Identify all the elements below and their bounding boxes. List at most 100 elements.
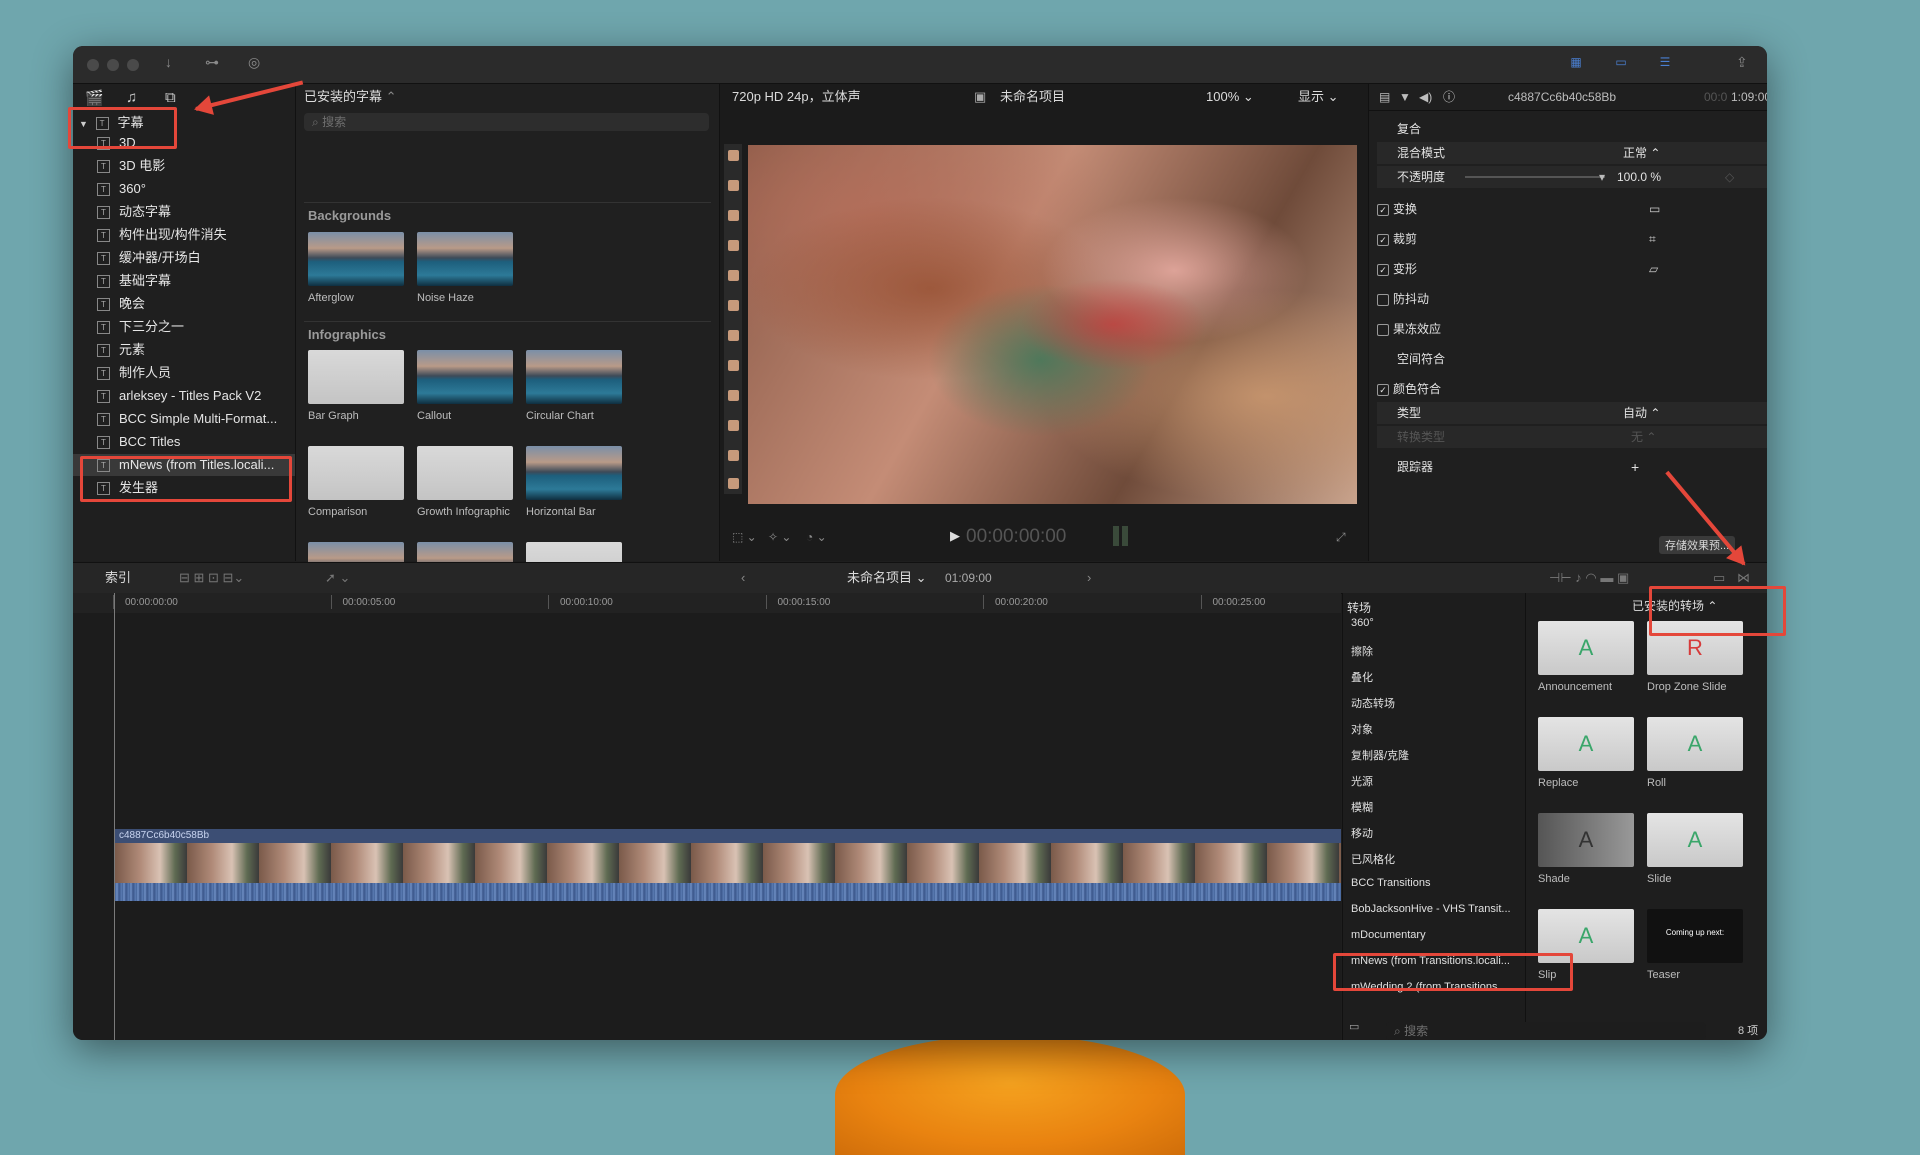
title-thumbnail[interactable] bbox=[526, 446, 622, 500]
sidebar-item[interactable]: T 构件出现/构件消失 bbox=[73, 224, 295, 246]
select-tool-icon[interactable]: ➚ ⌄ bbox=[325, 563, 350, 593]
sidebar-item[interactable]: T 元素 bbox=[73, 339, 295, 361]
playhead[interactable] bbox=[114, 593, 115, 1040]
libraries-icon[interactable]: 🎬 bbox=[85, 89, 104, 107]
timeline-ruler[interactable]: 00:00:00:00 00:00:05:00 00:00:10:00 00:00:1… bbox=[73, 593, 1341, 613]
transition-thumbnail[interactable]: A bbox=[1538, 717, 1634, 771]
title-thumbnail[interactable] bbox=[417, 232, 513, 286]
rolling-shutter-row[interactable]: 果冻效应 bbox=[1377, 318, 1751, 340]
clip-audio-waveform[interactable] bbox=[115, 883, 1341, 901]
title-thumbnail[interactable] bbox=[308, 232, 404, 286]
timeline[interactable]: 00:00:00:00 00:00:05:00 00:00:10:00 00:00:1… bbox=[73, 593, 1341, 1040]
sidebar-item[interactable]: T BCC Titles bbox=[73, 431, 295, 453]
sidebar-item[interactable]: T 动态字幕 bbox=[73, 201, 295, 223]
transition-category[interactable]: BCC Transitions bbox=[1351, 877, 1523, 889]
fullscreen-icon[interactable]: ⤢ bbox=[1336, 530, 1346, 545]
crop-toggle-icon[interactable]: ⌗ bbox=[1649, 228, 1656, 250]
back-arrow-icon[interactable]: ‹ bbox=[741, 563, 745, 593]
distort-row[interactable]: ✓ 变形 ▱ bbox=[1377, 258, 1751, 280]
sidebar-item[interactable]: T 360° bbox=[73, 178, 295, 200]
index-button[interactable]: 索引 bbox=[105, 563, 131, 593]
append-clip-icon[interactable]: ⊟ ⊞ ⊡ ⊟⌄ bbox=[179, 563, 244, 593]
transform-checkbox[interactable]: ✓ bbox=[1377, 203, 1389, 216]
stabilize-row[interactable]: 防抖动 bbox=[1377, 288, 1751, 310]
sidebar-item[interactable]: T 制作人员 bbox=[73, 362, 295, 384]
title-thumbnail[interactable] bbox=[526, 350, 622, 404]
sidebar-item[interactable]: T 3D 电影 bbox=[73, 155, 295, 177]
audio-icon[interactable]: ◀) bbox=[1419, 84, 1432, 110]
title-thumbnail[interactable] bbox=[417, 350, 513, 404]
opacity-slider[interactable] bbox=[1465, 176, 1605, 178]
clip-name[interactable]: c4887Cc6b40c58Bb bbox=[115, 829, 1341, 843]
sidebar-item[interactable]: T 基础字幕 bbox=[73, 270, 295, 292]
transition-category[interactable]: 360° bbox=[1351, 617, 1523, 629]
check-circle-icon[interactable]: ◎ bbox=[248, 54, 260, 71]
sidebar-item[interactable]: T 缓冲器/开场白 bbox=[73, 247, 295, 269]
opacity-value[interactable]: 100.0 % bbox=[1617, 166, 1661, 188]
sidebar-item[interactable]: T 下三分之一 bbox=[73, 316, 295, 338]
transition-category[interactable]: 复制器/克隆 bbox=[1351, 747, 1523, 763]
slider-handle-icon[interactable]: ▾ bbox=[1599, 166, 1605, 188]
clip-video-track[interactable] bbox=[115, 843, 1341, 883]
add-tracker-button[interactable]: + bbox=[1631, 456, 1639, 478]
transition-category[interactable]: 移动 bbox=[1351, 825, 1523, 841]
type-value[interactable]: 自动 ⌃ bbox=[1623, 402, 1660, 424]
transition-category[interactable]: 已风格化 bbox=[1351, 851, 1523, 867]
sidebar-item[interactable]: T BCC Simple Multi-Format... bbox=[73, 408, 295, 430]
distort-toggle-icon[interactable]: ▱ bbox=[1649, 258, 1658, 280]
title-thumbnail[interactable] bbox=[308, 350, 404, 404]
keyframe-icon[interactable]: ◇ bbox=[1725, 166, 1734, 188]
title-thumbnail[interactable] bbox=[308, 446, 404, 500]
blend-mode-value[interactable]: 正常 ⌃ bbox=[1623, 142, 1660, 164]
transition-category[interactable]: 光源 bbox=[1351, 773, 1523, 789]
titles-generators-icon[interactable]: ⧉ bbox=[165, 89, 176, 106]
title-thumbnail[interactable] bbox=[417, 446, 513, 500]
composite-section[interactable]: 复合 bbox=[1377, 118, 1767, 140]
color-conform-checkbox[interactable]: ✓ bbox=[1377, 383, 1389, 396]
transition-thumbnail[interactable]: A bbox=[1647, 813, 1743, 867]
transition-category[interactable]: BobJacksonHive - VHS Transit... bbox=[1351, 903, 1523, 915]
color-conform-row[interactable]: ✓ 颜色符合 bbox=[1377, 378, 1751, 400]
transitions-search-input[interactable]: ⌕ 搜索 bbox=[1386, 1022, 1706, 1040]
minimize-button[interactable] bbox=[107, 59, 119, 71]
transition-category[interactable]: 对象 bbox=[1351, 721, 1523, 737]
transition-category[interactable]: 叠化 bbox=[1351, 669, 1523, 685]
inspector-icon[interactable]: ☰ bbox=[1654, 55, 1676, 71]
zoom-button[interactable] bbox=[127, 59, 139, 71]
transform-toggle-icon[interactable]: ▭ bbox=[1649, 198, 1660, 220]
magic-wand-icon[interactable]: ✧ ⌄ bbox=[768, 530, 791, 544]
tracker-row[interactable]: 跟踪器 + bbox=[1377, 456, 1767, 478]
transition-category[interactable]: 擦除 bbox=[1351, 643, 1523, 659]
audio-skimming-icon[interactable]: ⊣⊢ ♪ ◠ ▬ ▣ bbox=[1549, 563, 1629, 593]
transition-thumbnail[interactable]: A bbox=[1647, 717, 1743, 771]
distort-checkbox[interactable]: ✓ bbox=[1377, 263, 1389, 276]
import-icon[interactable]: ↓ bbox=[165, 54, 172, 70]
transition-category[interactable]: mDocumentary bbox=[1351, 929, 1523, 941]
grid-icon[interactable]: ▦ bbox=[1565, 55, 1587, 71]
browser-search-input[interactable]: ⌕ 搜索 bbox=[304, 113, 709, 131]
transition-category[interactable]: 模糊 bbox=[1351, 799, 1523, 815]
sidebar-toggle-icon[interactable]: ▭ bbox=[1349, 1020, 1359, 1033]
rolling-shutter-checkbox[interactable] bbox=[1377, 323, 1389, 336]
forward-arrow-icon[interactable]: › bbox=[1087, 563, 1091, 593]
transition-category[interactable]: 动态转场 bbox=[1351, 695, 1523, 711]
crop-row[interactable]: ✓ 裁剪 ⌗ bbox=[1377, 228, 1751, 250]
spatial-conform-row[interactable]: 空间符合 bbox=[1377, 348, 1767, 370]
project-menu[interactable]: 未命名项目 ⌄ bbox=[847, 563, 927, 593]
video-inspector-icon[interactable]: ▤ bbox=[1379, 84, 1390, 110]
play-button[interactable]: ▶ bbox=[950, 528, 960, 544]
transition-thumbnail[interactable]: A bbox=[1538, 813, 1634, 867]
browser-header[interactable]: 已安装的字幕 ⌃ bbox=[296, 84, 719, 110]
stabilize-checkbox[interactable] bbox=[1377, 293, 1389, 306]
crop-checkbox[interactable]: ✓ bbox=[1377, 233, 1389, 246]
display-menu[interactable]: 显示 ⌄ bbox=[1298, 84, 1339, 110]
blend-mode-row[interactable]: 混合模式 正常 ⌃ bbox=[1377, 142, 1767, 164]
close-button[interactable] bbox=[87, 59, 99, 71]
filter-icon[interactable]: ▼ bbox=[1399, 84, 1411, 110]
sidebar-item[interactable]: T 晚会 bbox=[73, 293, 295, 315]
transform-row[interactable]: ✓ 变换 ▭ bbox=[1377, 198, 1751, 220]
sidebar-item[interactable]: Tarleksey - Titles Pack V2 bbox=[73, 385, 295, 407]
transform-icon[interactable]: ⬚ ⌄ bbox=[732, 530, 757, 544]
opacity-row[interactable]: 不透明度 ▾ 100.0 % ◇ bbox=[1377, 166, 1767, 188]
type-row[interactable]: 类型 自动 ⌃ bbox=[1377, 402, 1767, 424]
